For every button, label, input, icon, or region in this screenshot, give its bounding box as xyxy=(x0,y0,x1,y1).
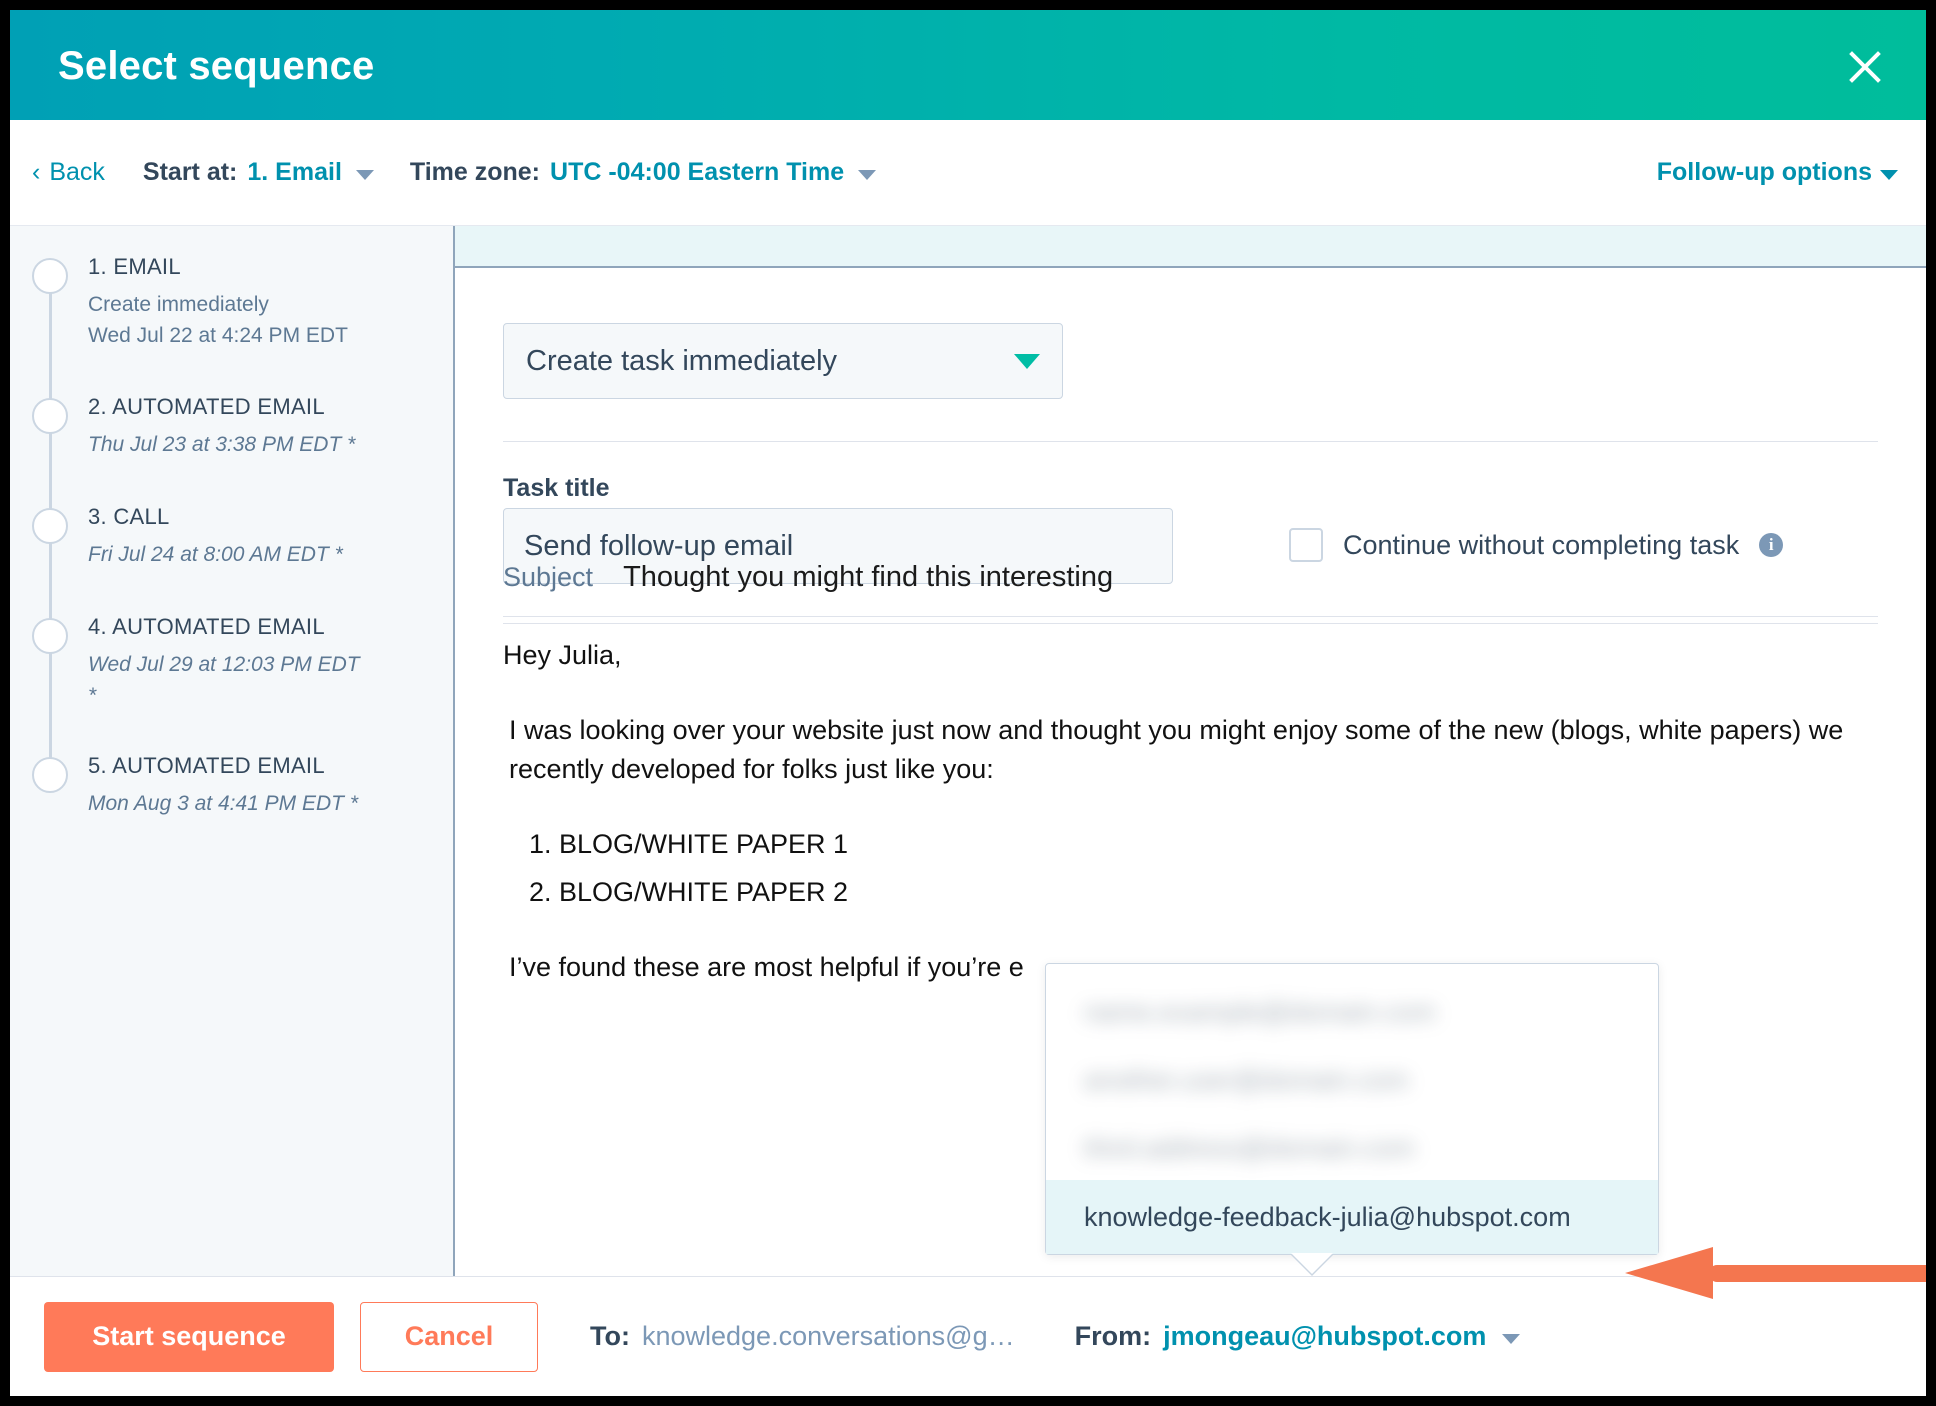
checkbox-box[interactable] xyxy=(1289,528,1323,562)
chevron-down-icon xyxy=(1880,169,1898,180)
sequence-steps-sidebar: 1. EMAIL Create immediately Wed Jul 22 a… xyxy=(10,226,455,1276)
from-options-list: name.example@domain.com another.user@dom… xyxy=(1046,964,1658,1182)
sidebar-item-step-5[interactable]: 5. AUTOMATED EMAIL Mon Aug 3 at 4:41 PM … xyxy=(10,753,453,863)
step-status-dot xyxy=(32,618,68,654)
step-title: 3. CALL xyxy=(88,504,170,529)
from-label: From: xyxy=(1074,1321,1152,1351)
cancel-button[interactable]: Cancel xyxy=(360,1301,538,1372)
divider xyxy=(503,441,1878,442)
step-subtitle-1: Thu Jul 23 at 3:38 PM EDT * xyxy=(88,433,356,457)
step-subtitle-1: Mon Aug 3 at 4:41 PM EDT * xyxy=(88,792,359,816)
step-status-dot xyxy=(32,258,68,294)
toolbar-left-group: ‹ Back Start at: 1. Email Time zone: UTC… xyxy=(32,120,912,225)
task-action-value: Create task immediately xyxy=(526,344,838,377)
subject-value: Thought you might find this interesting xyxy=(623,561,1114,593)
from-field[interactable]: From: jmongeau@hubspot.com xyxy=(1075,1321,1521,1352)
modal-window: Select sequence ‹ Back Start at: 1. Emai… xyxy=(10,10,1926,1396)
info-icon[interactable]: i xyxy=(1759,533,1784,557)
sidebar-item-step-4[interactable]: 4. AUTOMATED EMAIL Wed Jul 29 at 12:03 P… xyxy=(10,614,453,789)
timezone-label: Time zone: xyxy=(409,158,541,186)
sidebar-item-step-1[interactable]: 1. EMAIL Create immediately Wed Jul 22 a… xyxy=(10,254,453,430)
to-field[interactable]: To: knowledge.conversations@g… xyxy=(590,1321,1015,1352)
sidebar-item-step-3[interactable]: 3. CALL Fri Jul 24 at 8:00 AM EDT * xyxy=(10,504,453,650)
from-option-label: third.address@domain.com xyxy=(1084,1132,1415,1163)
step-status-dot xyxy=(32,398,68,434)
from-option-label: name.example@domain.com xyxy=(1084,996,1436,1027)
from-option-selected[interactable]: knowledge-feedback-julia@hubspot.com xyxy=(1046,1180,1658,1254)
chevron-down-icon[interactable] xyxy=(355,169,374,180)
step-title: 5. AUTOMATED EMAIL xyxy=(88,753,325,778)
sidebar-item-step-2[interactable]: 2. AUTOMATED EMAIL Thu Jul 23 at 3:38 PM… xyxy=(10,394,453,540)
email-greeting: Hey Julia, xyxy=(503,640,622,670)
subject-row[interactable]: Subject Thought you might find this inte… xyxy=(503,561,1113,594)
task-title-value: Send follow-up email xyxy=(524,529,794,562)
back-button-label: Back xyxy=(49,158,105,186)
step-status-dot xyxy=(32,508,68,544)
steps-list: 1. EMAIL Create immediately Wed Jul 22 a… xyxy=(10,226,453,863)
chevron-down-icon[interactable] xyxy=(1502,1333,1521,1344)
followup-options-button[interactable]: Follow-up options xyxy=(1657,120,1898,225)
chevron-down-icon xyxy=(1014,353,1040,369)
panel-top-strip xyxy=(455,226,1926,268)
step-subtitle-2: Wed Jul 22 at 4:24 PM EDT xyxy=(88,323,348,347)
step-subtitle-1: Wed Jul 29 at 12:03 PM EDT * xyxy=(88,653,360,707)
followup-options-label: Follow-up options xyxy=(1656,158,1872,186)
step-title: 1. EMAIL xyxy=(88,254,181,279)
list-item: BLOG/WHITE PAPER 1 xyxy=(559,825,1886,864)
timezone-group: Time zone: UTC -04:00 Eastern Time xyxy=(409,158,877,187)
from-option-redacted[interactable]: third.address@domain.com xyxy=(1046,1114,1658,1182)
to-value: knowledge.conversations@g… xyxy=(641,1321,1015,1351)
from-value: jmongeau@hubspot.com xyxy=(1163,1321,1487,1351)
step-subtitle-1: Create immediately xyxy=(88,293,269,317)
subject-label: Subject xyxy=(503,562,594,592)
start-at-label: Start at: xyxy=(142,158,238,186)
from-address-dropdown[interactable]: name.example@domain.com another.user@dom… xyxy=(1045,963,1659,1274)
to-label: To: xyxy=(590,1321,630,1351)
task-action-select[interactable]: Create task immediately xyxy=(503,323,1063,399)
email-paragraph-1: I was looking over your website just now… xyxy=(509,715,1844,785)
timezone-value[interactable]: UTC -04:00 Eastern Time xyxy=(550,158,844,187)
continue-without-completing-label: Continue without completing task xyxy=(1343,529,1740,560)
screenshot-frame: Select sequence ‹ Back Start at: 1. Emai… xyxy=(0,0,1936,1406)
sequence-toolbar: ‹ Back Start at: 1. Email Time zone: UTC… xyxy=(10,120,1926,226)
page-title: Select sequence xyxy=(58,44,375,88)
start-at-group: Start at: 1. Email xyxy=(143,158,374,187)
from-option-label: knowledge-feedback-julia@hubspot.com xyxy=(1084,1201,1571,1232)
divider xyxy=(503,616,1878,617)
step-title: 2. AUTOMATED EMAIL xyxy=(88,394,325,419)
list-item: BLOG/WHITE PAPER 2 xyxy=(559,873,1886,912)
start-at-value[interactable]: 1. Email xyxy=(247,158,342,187)
from-option-redacted[interactable]: another.user@domain.com xyxy=(1046,1046,1658,1114)
continue-without-completing-checkbox[interactable]: Continue without completing task i xyxy=(1289,528,1784,562)
step-status-dot xyxy=(32,757,68,793)
step-title: 4. AUTOMATED EMAIL xyxy=(88,614,325,639)
task-title-label: Task title xyxy=(503,474,610,502)
email-list: BLOG/WHITE PAPER 1 BLOG/WHITE PAPER 2 xyxy=(503,825,1886,911)
back-button[interactable]: ‹ Back xyxy=(32,158,105,187)
dropdown-pointer-tail xyxy=(1291,1253,1333,1274)
modal-header: Select sequence xyxy=(10,10,1926,120)
close-icon[interactable] xyxy=(1836,38,1894,96)
chevron-down-icon[interactable] xyxy=(858,169,877,180)
chevron-left-icon: ‹ xyxy=(32,158,41,186)
start-sequence-button[interactable]: Start sequence xyxy=(44,1301,334,1372)
divider xyxy=(503,623,1878,624)
from-option-redacted[interactable]: name.example@domain.com xyxy=(1046,978,1658,1046)
step-subtitle-1: Fri Jul 24 at 8:00 AM EDT * xyxy=(88,543,343,567)
from-option-label: another.user@domain.com xyxy=(1084,1064,1409,1095)
modal-footer: Start sequence Cancel To: knowledge.conv… xyxy=(10,1276,1926,1396)
